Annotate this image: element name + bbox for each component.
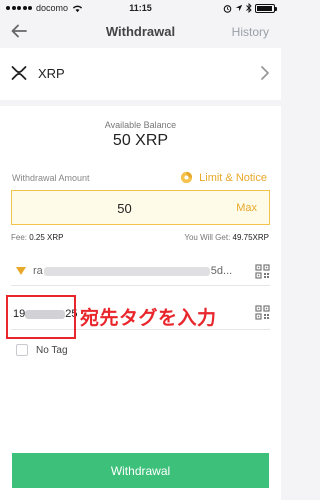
history-link[interactable]: History	[232, 25, 269, 39]
fee-value: 0.25 XRP	[29, 233, 64, 242]
address-value: ra 5d...	[33, 265, 248, 277]
dropdown-triangle-icon[interactable]	[16, 267, 26, 275]
amount-label: Withdrawal Amount	[12, 173, 90, 183]
annotation-label: 宛先タグを入力	[80, 307, 217, 329]
fee-info: Fee: 0.25 XRP	[11, 233, 64, 242]
receive-info: You Will Get: 49.75XRP	[184, 233, 269, 242]
xrp-icon	[11, 66, 27, 80]
pie-chart-icon	[181, 171, 193, 184]
max-button[interactable]: Max	[236, 202, 257, 214]
receive-value: 49.75XRP	[232, 233, 269, 242]
balance-label: Available Balance	[104, 120, 177, 130]
amount-input[interactable]: 50 Max	[11, 190, 270, 225]
qr-scan-icon[interactable]	[255, 305, 270, 320]
coin-name: XRP	[38, 66, 65, 81]
coin-selector[interactable]: XRP	[0, 48, 281, 100]
address-prefix: ra	[33, 265, 43, 277]
battery-icon	[255, 3, 277, 13]
address-suffix: 5d...	[210, 265, 233, 277]
no-tag-checkbox[interactable]	[16, 344, 28, 356]
limit-notice-label: Limit & Notice	[199, 171, 267, 184]
receive-label: You Will Get:	[184, 233, 231, 242]
withdrawal-button[interactable]: Withdrawal	[12, 453, 269, 488]
amount-value: 50	[117, 201, 132, 216]
annotation-highlight-box	[6, 295, 76, 339]
address-field[interactable]: ra 5d...	[11, 262, 270, 286]
status-right	[223, 3, 277, 13]
qr-scan-icon[interactable]	[255, 264, 270, 279]
nav-bar: Withdrawal History	[0, 18, 281, 46]
address-redaction	[43, 266, 210, 276]
bluetooth-icon	[246, 3, 252, 13]
location-icon	[235, 4, 243, 12]
status-bar: docomo 11:15	[0, 0, 281, 18]
fee-label: Fee:	[11, 233, 28, 242]
no-tag-option[interactable]: No Tag	[16, 344, 68, 356]
chevron-right-icon	[261, 66, 269, 80]
alarm-icon	[223, 4, 232, 13]
balance-value: 50 XRP	[112, 132, 169, 149]
limit-notice-link[interactable]: Limit & Notice	[180, 171, 267, 184]
no-tag-label: No Tag	[36, 344, 68, 356]
